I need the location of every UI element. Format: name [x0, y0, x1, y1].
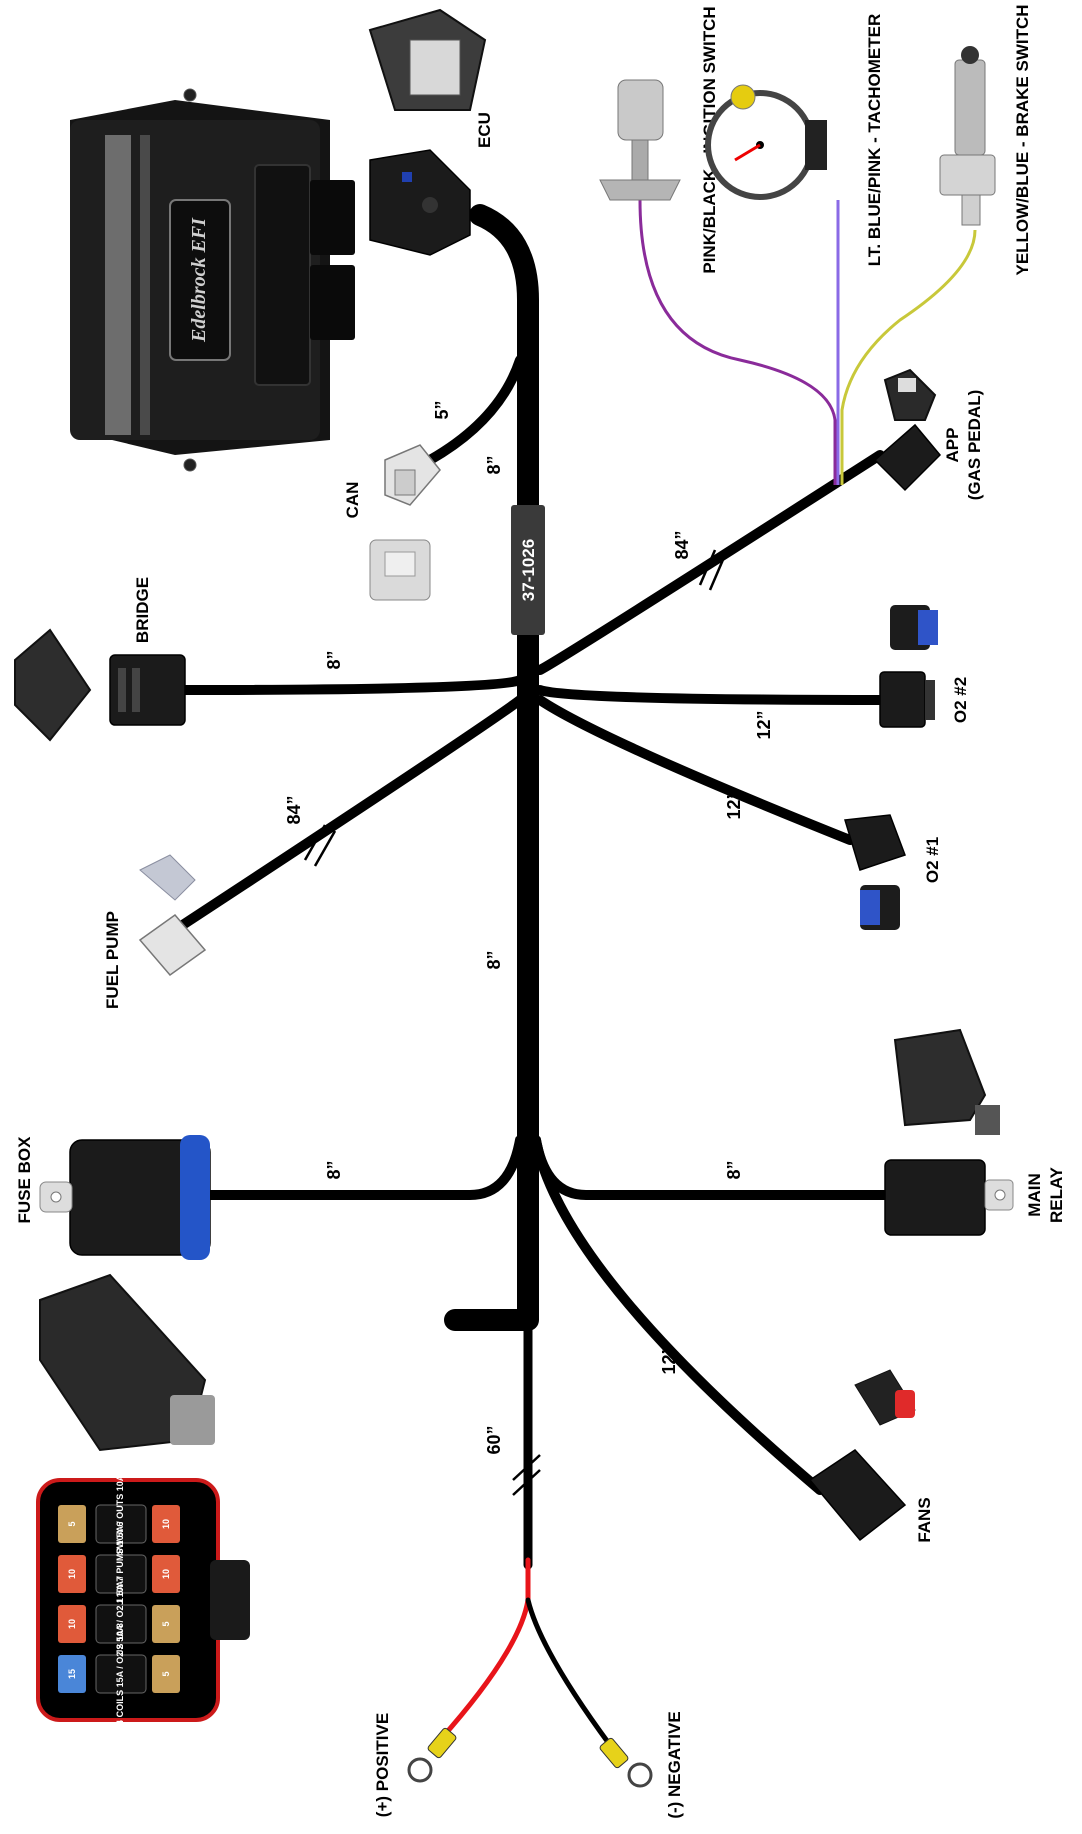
tachometer-label: LT. BLUE/PINK - TACHOMETER: [865, 14, 884, 266]
main-relay-length: 8”: [724, 1160, 744, 1179]
o2-2-connector-photo: [890, 605, 938, 650]
o2-1-length: 12”: [724, 790, 744, 819]
fuel-pump-connector: [138, 913, 207, 977]
top-fuse-rating: 5: [161, 1621, 171, 1626]
top-fuse-rating: 10: [161, 1569, 171, 1579]
app-connector: [873, 423, 942, 492]
o2-1-wire: [535, 695, 855, 845]
fuel-pump-connector-photo: [139, 854, 196, 901]
main-relay-photo: [893, 1028, 1000, 1135]
main-lower-length: 8”: [484, 950, 504, 969]
o2-2-wire: [535, 685, 895, 705]
bridge-length: 8”: [324, 650, 344, 669]
negative-terminal: [599, 1737, 653, 1788]
app-label-sub: (GAS PEDAL): [965, 390, 984, 501]
fuel-pump-wire: [170, 695, 525, 935]
ignition-switch-icon: [599, 79, 681, 201]
o2-1-connector-photo: [860, 885, 900, 930]
o2-2-length: 12”: [754, 710, 774, 739]
bottom-fuse-rating: 10: [67, 1569, 77, 1579]
tachometer-icon: [705, 84, 827, 200]
part-number-band: 37-1026: [511, 505, 545, 635]
fans-connector: [808, 1449, 907, 1542]
app-length: 84”: [672, 530, 692, 559]
bridge-connector-photo: [14, 628, 92, 742]
bottom-fuse-rating: 5: [67, 1521, 77, 1526]
fuel-pump-label: FUEL PUMP: [103, 911, 122, 1009]
can-length: 5”: [432, 400, 452, 419]
ecu-connector: [369, 149, 471, 256]
bottom-fuse-rating: 10: [67, 1619, 77, 1629]
fuse-box-photo: [39, 1273, 215, 1452]
battery-length: 60”: [484, 1425, 504, 1454]
fans-connector-photo: [854, 1369, 916, 1426]
fuel-pump-length: 84”: [284, 795, 304, 824]
fuse-box-length: 8”: [324, 1160, 344, 1179]
main-relay-connector: [884, 1159, 1014, 1236]
main-relay-wire: [531, 1135, 890, 1200]
o2-1-connector: [844, 814, 906, 871]
ecu-brand-logo: Edelbrock EFI: [188, 217, 210, 343]
brake-switch-icon: [939, 46, 996, 226]
app-connector-photo: [883, 368, 937, 421]
ecu-connector-photo: [368, 8, 487, 111]
fans-label: FANS: [915, 1497, 934, 1542]
negative-wire: [525, 1597, 613, 1748]
top-fuse-rating: 5: [161, 1671, 171, 1676]
part-number-label: 37-1026: [519, 539, 538, 601]
o2-2-connector: [879, 671, 935, 728]
bridge-connector: [109, 654, 186, 726]
wiring-harness-diagram: 37-1026 Edelbrock EFI ECU CAN 5” 8” BRID…: [14, 4, 1066, 1819]
fuse-slot-label: 4 COILS 15A / O2 2 5A 8: [115, 1623, 125, 1725]
o2-2-label: O2 #2: [951, 677, 970, 723]
fuse-box-label: FUSE BOX: [15, 1136, 34, 1224]
top-fuse-rating: 10: [161, 1519, 171, 1529]
positive-terminal: [407, 1727, 457, 1783]
bridge-label: BRIDGE: [133, 577, 152, 643]
ecu-module: Edelbrock EFI: [70, 88, 355, 472]
brake-switch-label: YELLOW/BLUE - BRAKE SWITCH: [1013, 4, 1032, 275]
positive-wire: [437, 1557, 531, 1743]
fuse-box-wire: [205, 1135, 525, 1200]
ignition-wire: [638, 199, 837, 485]
main-upper-length: 8”: [484, 455, 504, 474]
main-relay-label: MAIN: [1025, 1173, 1044, 1216]
negative-label: (-) NEGATIVE: [665, 1711, 684, 1818]
fuse-box-holder: [39, 1135, 211, 1260]
ecu-label: ECU: [475, 112, 494, 148]
fans-length: 12”: [659, 1345, 679, 1374]
can-connector-photo: [369, 539, 431, 601]
bottom-fuse-rating: 15: [67, 1669, 77, 1679]
can-label: CAN: [343, 482, 362, 519]
o2-1-label: O2 #1: [923, 837, 942, 883]
app-label: APP: [943, 428, 962, 463]
bridge-wire: [175, 675, 525, 695]
main-relay-label-sub: RELAY: [1047, 1166, 1066, 1223]
positive-label: (+) POSITIVE: [373, 1713, 392, 1817]
